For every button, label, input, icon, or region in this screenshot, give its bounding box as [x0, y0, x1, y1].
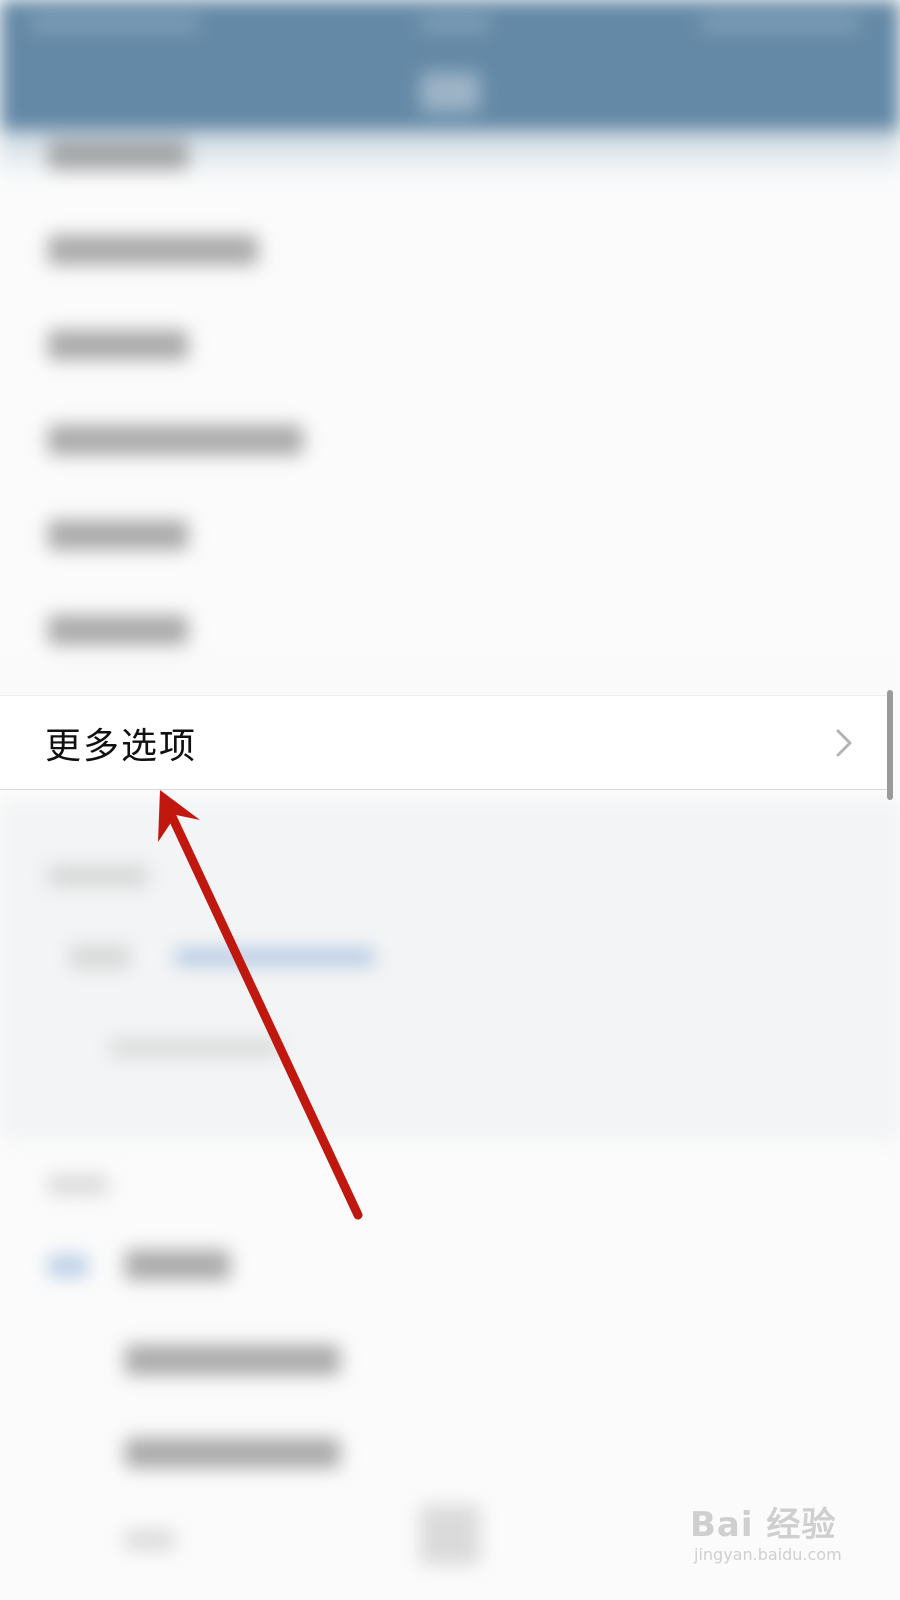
navigation-bar	[0, 0, 900, 135]
blurred-row-text	[48, 330, 188, 360]
blurred-row-text	[110, 1040, 280, 1056]
blurred-row-text	[48, 235, 258, 265]
watermark-brand: Bai 经验	[690, 1505, 837, 1545]
blurred-row-text	[125, 1345, 340, 1375]
app-screen: 更多选项 Bai 经验 jingyan.baidu.com	[0, 0, 900, 1600]
blurred-row-text	[125, 1530, 175, 1550]
blurred-section	[0, 800, 900, 1140]
chevron-right-icon	[830, 729, 858, 757]
more-options-row[interactable]: 更多选项	[0, 695, 888, 790]
blurred-tab-icon	[420, 1505, 480, 1565]
watermark-url: jingyan.baidu.com	[694, 1545, 842, 1564]
baidu-jingyan-watermark: Bai 经验 jingyan.baidu.com	[690, 1505, 885, 1585]
blurred-section-header	[48, 865, 148, 887]
blurred-row-text	[125, 1250, 230, 1280]
blurred-row-text	[70, 945, 130, 969]
status-bar-time	[420, 15, 490, 33]
status-bar-left	[30, 15, 200, 33]
blurred-row-text	[48, 140, 188, 170]
divider	[0, 670, 900, 672]
blurred-section-header	[48, 1175, 108, 1195]
blurred-row-text	[48, 520, 188, 550]
blurred-row-text	[48, 425, 303, 455]
nav-title	[420, 72, 480, 112]
scrollbar	[887, 690, 893, 800]
status-bar-right	[700, 15, 860, 33]
more-options-label: 更多选项	[45, 725, 198, 767]
blurred-background	[0, 0, 900, 1600]
blurred-row-text	[125, 1438, 340, 1468]
blurred-row-text	[48, 615, 188, 645]
blurred-link	[175, 948, 375, 966]
blurred-icon	[48, 1255, 88, 1277]
